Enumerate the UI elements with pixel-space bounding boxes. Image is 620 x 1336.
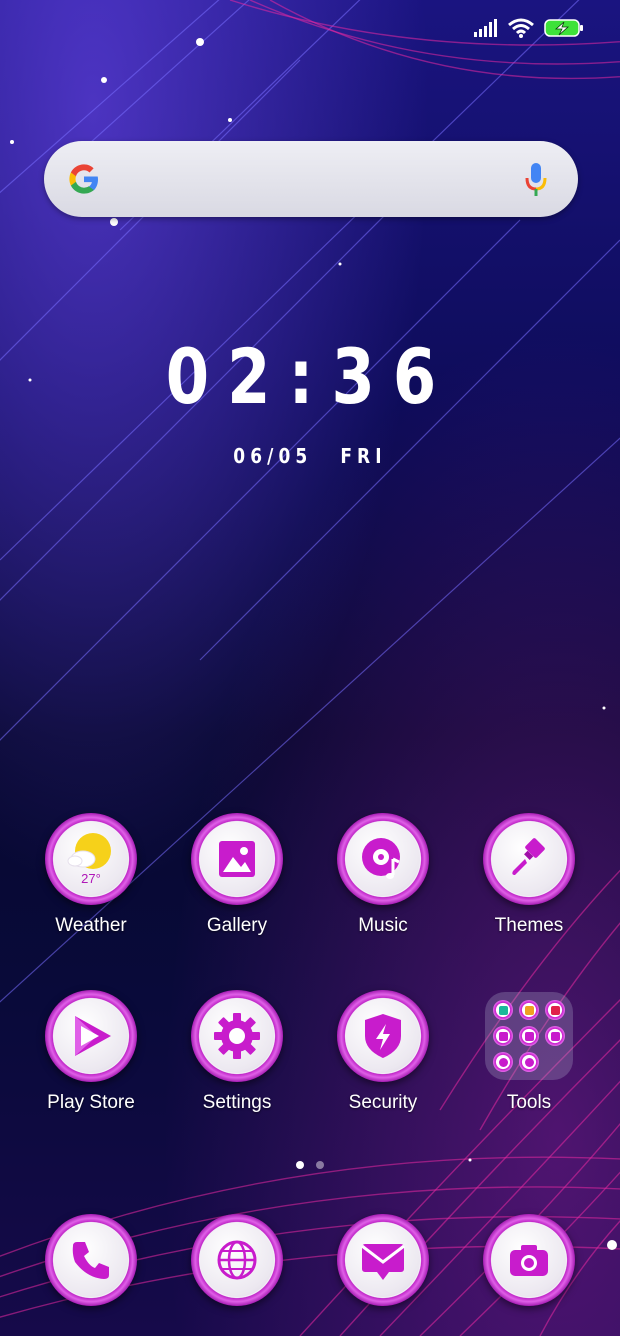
google-logo (69, 164, 98, 194)
camera-icon (510, 1245, 548, 1276)
dock-phone[interactable] (18, 1214, 164, 1306)
music-icon (362, 838, 400, 879)
signal-icon (474, 19, 498, 37)
folder-icon (485, 992, 573, 1080)
wifi-icon (508, 18, 534, 38)
dock-browser[interactable] (164, 1214, 310, 1306)
phone-icon (72, 1242, 109, 1279)
app-label: Music (358, 915, 408, 936)
dock-messages[interactable] (310, 1214, 456, 1306)
status-bar (474, 14, 584, 42)
shield-icon (365, 1014, 401, 1058)
app-label: Security (348, 1092, 418, 1113)
google-search-bar[interactable] (44, 141, 578, 217)
app-label: Weather (55, 915, 127, 936)
weather-temp: 27° (81, 871, 101, 886)
app-settings[interactable]: Settings (164, 990, 310, 1114)
mini-app-icon (545, 1026, 565, 1046)
app-label: Themes (494, 915, 564, 936)
app-label: Settings (202, 1092, 272, 1113)
page-indicator (296, 1161, 324, 1169)
mini-app-icon (493, 1026, 513, 1046)
app-weather[interactable]: 27° Weather (18, 813, 164, 937)
messages-icon (361, 1244, 405, 1280)
browser-icon (217, 1240, 257, 1280)
app-label: Gallery (206, 915, 268, 936)
date-value: 06/05 (233, 444, 313, 468)
app-security[interactable]: Security (310, 990, 456, 1114)
mini-app-icon (493, 1000, 513, 1020)
app-gallery[interactable]: Gallery (164, 813, 310, 937)
gallery-icon (219, 841, 255, 877)
mini-app-icon (545, 1000, 565, 1020)
app-play-store[interactable]: Play Store (18, 990, 164, 1114)
mic-icon[interactable] (524, 161, 548, 199)
weekday: FRI (340, 444, 387, 468)
app-label: Play Store (47, 1092, 135, 1113)
page-dot (316, 1161, 324, 1169)
mini-app-icon (519, 1000, 539, 1020)
app-themes[interactable]: Themes (456, 813, 602, 937)
clock-date[interactable]: 06/05 FRI (47, 444, 574, 468)
app-label: Tools (506, 1092, 552, 1113)
gear-icon (214, 1013, 260, 1059)
app-tools-folder[interactable]: Tools (456, 990, 602, 1114)
weather-icon: 27° (67, 833, 111, 886)
app-music[interactable]: Music (310, 813, 456, 937)
brush-icon (512, 838, 545, 875)
play-store-icon (75, 1016, 111, 1056)
battery-charging-icon (544, 18, 584, 38)
mini-app-icon (519, 1052, 539, 1072)
dock-camera[interactable] (456, 1214, 602, 1306)
mini-app-icon (519, 1026, 539, 1046)
mini-app-icon (493, 1052, 513, 1072)
page-dot-active (296, 1161, 304, 1169)
clock-time[interactable]: 02:36 (56, 332, 564, 421)
